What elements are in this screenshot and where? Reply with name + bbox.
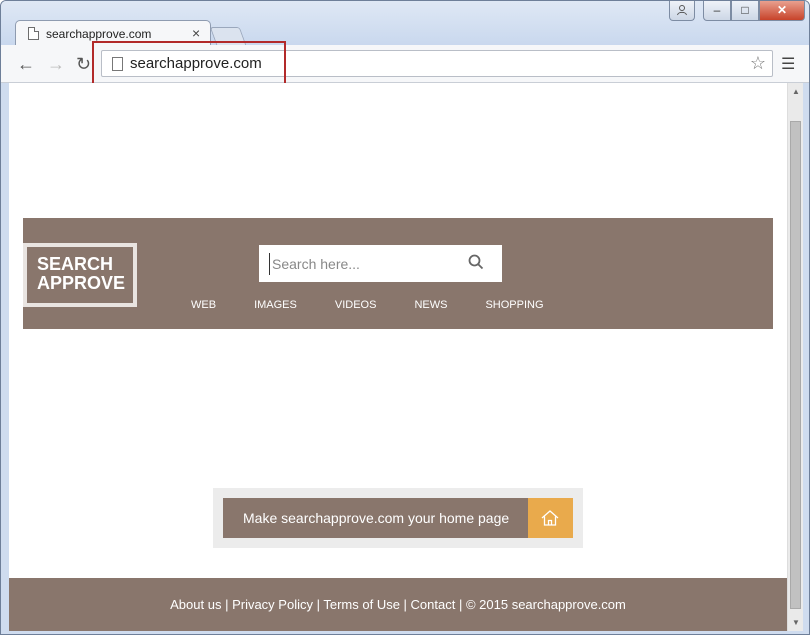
scroll-up-arrow-icon[interactable]: ▲ [792,87,800,96]
title-bar: searchapprove.com × – □ ✕ [1,1,809,46]
tab-close-icon[interactable]: × [192,25,200,41]
vertical-scrollbar[interactable]: ▲ ▼ [787,83,803,631]
nav-news[interactable]: NEWS [414,299,447,311]
user-icon[interactable] [669,1,695,21]
footer-copyright: © 2015 searchapprove.com [465,597,626,612]
home-icon [541,510,559,526]
search-input[interactable] [269,253,459,275]
footer-link-contact[interactable]: Contact [411,597,456,612]
back-arrow-icon[interactable]: ← [17,54,35,75]
set-homepage-button[interactable]: Make searchapprove.com your home page [223,498,528,538]
footer-link-terms[interactable]: Terms of Use [323,597,400,612]
footer-separator: | [455,597,466,612]
scroll-down-arrow-icon[interactable]: ▼ [792,618,800,627]
url-highlight-box [92,41,286,87]
nav-shopping[interactable]: SHOPPING [485,299,543,311]
window-controls: – □ ✕ [669,1,805,21]
page-viewport: SEARCH APPROVE WEB IMAGES VIDEOS NEWS SH… [9,83,787,631]
reload-icon[interactable]: ↻ [76,54,91,75]
forward-arrow-icon[interactable]: → [47,54,65,75]
menu-icon[interactable]: ☰ [781,54,795,74]
nav-images[interactable]: IMAGES [254,299,297,311]
nav-web[interactable]: WEB [191,299,216,311]
home-button[interactable] [528,498,573,538]
maximize-button[interactable]: □ [731,1,759,21]
site-logo[interactable]: SEARCH APPROVE [23,243,137,307]
scroll-thumb[interactable] [790,121,801,609]
star-icon[interactable]: ☆ [750,53,766,74]
nav-videos[interactable]: VIDEOS [335,299,377,311]
search-icon[interactable] [468,254,484,270]
page-icon [28,27,39,40]
footer-separator: | [221,597,233,612]
minimize-button[interactable]: – [703,1,731,21]
logo-line-2: APPROVE [37,273,126,293]
search-category-nav: WEB IMAGES VIDEOS NEWS SHOPPING [191,299,582,311]
tab-title: searchapprove.com [46,27,152,41]
set-homepage-panel: Make searchapprove.com your home page [213,488,583,548]
footer-separator: | [312,597,324,612]
footer-separator: | [399,597,411,612]
browser-window: searchapprove.com × – □ ✕ ← → ↻ searchap… [0,0,810,635]
search-box [259,245,502,282]
footer-link-privacy[interactable]: Privacy Policy [232,597,313,612]
close-button[interactable]: ✕ [759,1,805,21]
logo-line-1: SEARCH [37,254,114,274]
footer-link-about[interactable]: About us [170,597,221,612]
site-header: SEARCH APPROVE WEB IMAGES VIDEOS NEWS SH… [23,218,773,329]
site-footer: About us | Privacy Policy | Terms of Use… [9,578,787,631]
